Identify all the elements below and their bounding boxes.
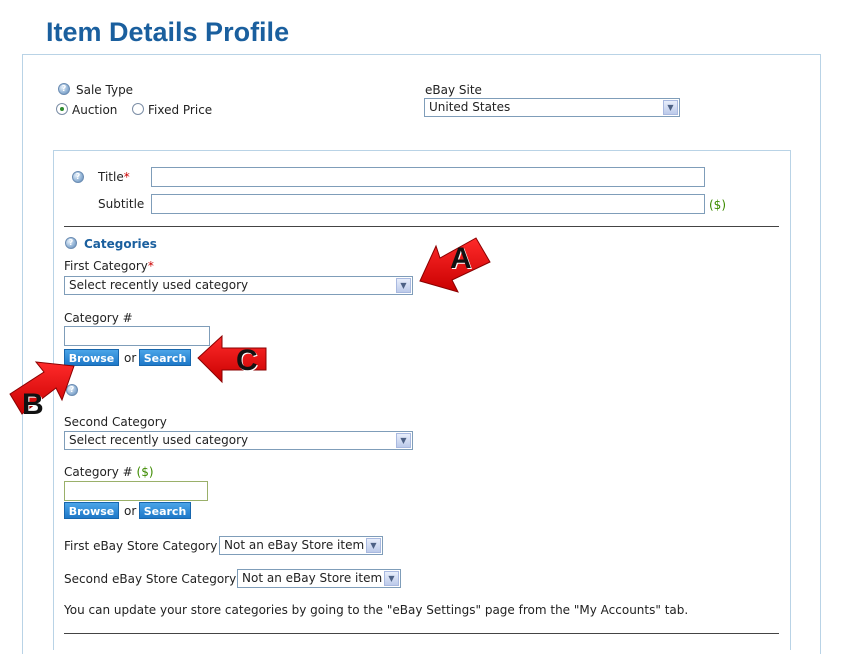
callout-c: C xyxy=(236,344,258,377)
callout-b: B xyxy=(22,388,44,421)
callout-a: A xyxy=(450,242,472,275)
annotation-arrows xyxy=(9,237,491,415)
